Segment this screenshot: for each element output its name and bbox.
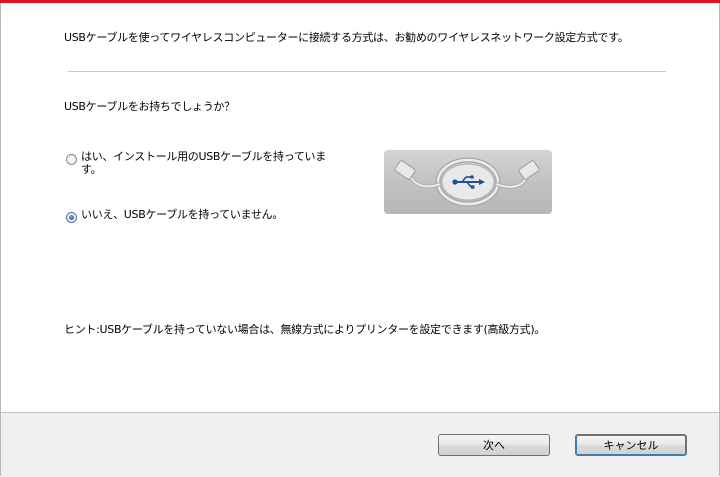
- hint-text: ヒント:USBケーブルを持っていない場合は、無線方式によりプリンターを設定できま…: [64, 323, 546, 336]
- separator: [68, 71, 666, 72]
- next-button[interactable]: 次へ: [438, 434, 550, 456]
- usb-cable-image: [384, 150, 552, 214]
- radio-button-unchecked[interactable]: [66, 154, 77, 165]
- option-label: はい、インストール用のUSBケーブルを持っています。: [81, 150, 326, 176]
- option-no-usb-cable[interactable]: いいえ、USBケーブルを持っていません。: [66, 208, 341, 223]
- button-bar: 次へ キャンセル: [1, 412, 719, 477]
- radio-button-checked[interactable]: [66, 212, 77, 223]
- intro-text: USBケーブルを使ってワイヤレスコンピューターに接続する方式は、お勧めのワイヤレ…: [64, 31, 629, 44]
- accent-bar: [0, 0, 720, 3]
- option-label: いいえ、USBケーブルを持っていません。: [81, 208, 284, 221]
- option-have-usb-cable[interactable]: はい、インストール用のUSBケーブルを持っています。: [66, 150, 326, 176]
- cancel-button[interactable]: キャンセル: [575, 434, 687, 456]
- question-text: USBケーブルをお持ちでしょうか？: [64, 100, 235, 113]
